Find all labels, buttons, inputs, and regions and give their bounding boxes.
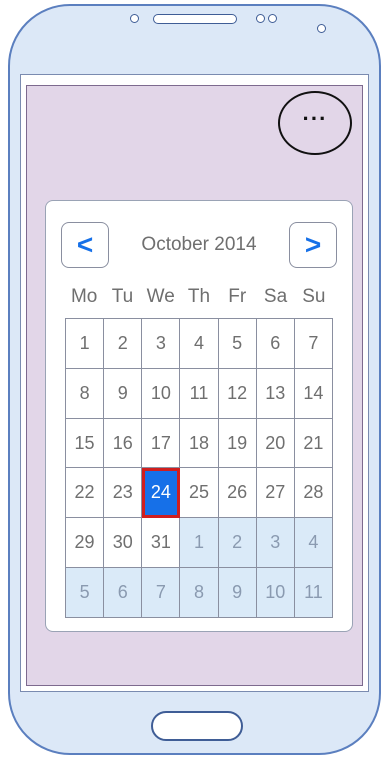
calendar-day-other-month[interactable]: 4 [294, 518, 333, 569]
more-options-icon: ··· [302, 106, 328, 131]
calendar-day[interactable]: 1 [66, 319, 105, 369]
calendar-day[interactable]: 17 [142, 418, 181, 469]
calendar-day[interactable]: 27 [256, 468, 295, 519]
calendar-day-other-month[interactable]: 1 [180, 518, 219, 569]
weekday-label: Su [302, 286, 326, 307]
calendar-day[interactable]: 3 [142, 319, 181, 369]
calendar-day-other-month[interactable]: 6 [104, 568, 143, 618]
calendar-day-other-month[interactable]: 9 [218, 568, 257, 618]
calendar-day-other-month[interactable]: 10 [256, 568, 295, 618]
proximity-sensor-dot [317, 24, 326, 33]
chevron-right-icon: > [304, 229, 322, 260]
month-title: October 2014 [141, 234, 257, 255]
calendar-day[interactable]: 28 [294, 468, 333, 519]
weekday-label: Fr [228, 286, 247, 307]
phone-top-bar [0, 0, 389, 40]
calendar-day-other-month[interactable]: 5 [66, 568, 105, 618]
sensor-dot [268, 14, 277, 23]
previous-month-button[interactable]: < [61, 222, 109, 268]
calendar-day[interactable]: 7 [294, 319, 333, 369]
home-button[interactable] [151, 711, 243, 741]
calendar-day[interactable]: 4 [180, 319, 219, 369]
calendar-day-other-month[interactable]: 11 [294, 568, 333, 618]
chevron-left-icon: < [76, 229, 94, 260]
more-options-button[interactable]: ··· [278, 91, 352, 155]
weekday-label: Mo [70, 286, 98, 307]
sensor-dot [256, 14, 265, 23]
calendar-day[interactable]: 19 [218, 418, 257, 469]
calendar-day-selected[interactable]: 24 [142, 468, 181, 519]
calendar-day-other-month[interactable]: 8 [180, 568, 219, 618]
weekday-label: Sa [263, 286, 288, 307]
calendar-day-grid: 1 2 3 4 5 6 7 8 9 10 11 12 13 14 15 16 17 18 19 20 21 22 23 24 2… [65, 318, 333, 618]
calendar-day[interactable]: 14 [294, 368, 333, 419]
front-camera-dot [130, 14, 139, 23]
calendar-day-other-month[interactable]: 2 [218, 518, 257, 569]
calendar-day-other-month[interactable]: 3 [256, 518, 295, 569]
calendar-day-other-month[interactable]: 7 [142, 568, 181, 618]
calendar-day[interactable]: 22 [66, 468, 105, 519]
next-month-button[interactable]: > [289, 222, 337, 268]
calendar-day[interactable]: 16 [104, 418, 143, 469]
calendar-day[interactable]: 26 [218, 468, 257, 519]
calendar-day[interactable]: 8 [66, 368, 105, 419]
weekday-header: Mo Tu We Th Fr Sa Su [65, 286, 333, 308]
calendar-day[interactable]: 11 [180, 368, 219, 419]
calendar-day[interactable]: 9 [104, 368, 143, 419]
calendar-day[interactable]: 2 [104, 319, 143, 369]
calendar-day[interactable]: 5 [218, 319, 257, 369]
calendar-day[interactable]: 21 [294, 418, 333, 469]
calendar-day[interactable]: 23 [104, 468, 143, 519]
calendar-day[interactable]: 20 [256, 418, 295, 469]
weekday-label: We [146, 286, 175, 307]
calendar-day[interactable]: 29 [66, 518, 105, 569]
calendar-day[interactable]: 25 [180, 468, 219, 519]
calendar-day[interactable]: 15 [66, 418, 105, 469]
calendar-day[interactable]: 13 [256, 368, 295, 419]
phone-speaker [153, 14, 237, 24]
calendar-day[interactable]: 30 [104, 518, 143, 569]
calendar-day[interactable]: 18 [180, 418, 219, 469]
calendar-day[interactable]: 31 [142, 518, 181, 569]
weekday-label: Tu [111, 286, 134, 307]
calendar-day[interactable]: 12 [218, 368, 257, 419]
calendar-day[interactable]: 6 [256, 319, 295, 369]
weekday-label: Th [187, 286, 211, 307]
calendar-day[interactable]: 10 [142, 368, 181, 419]
